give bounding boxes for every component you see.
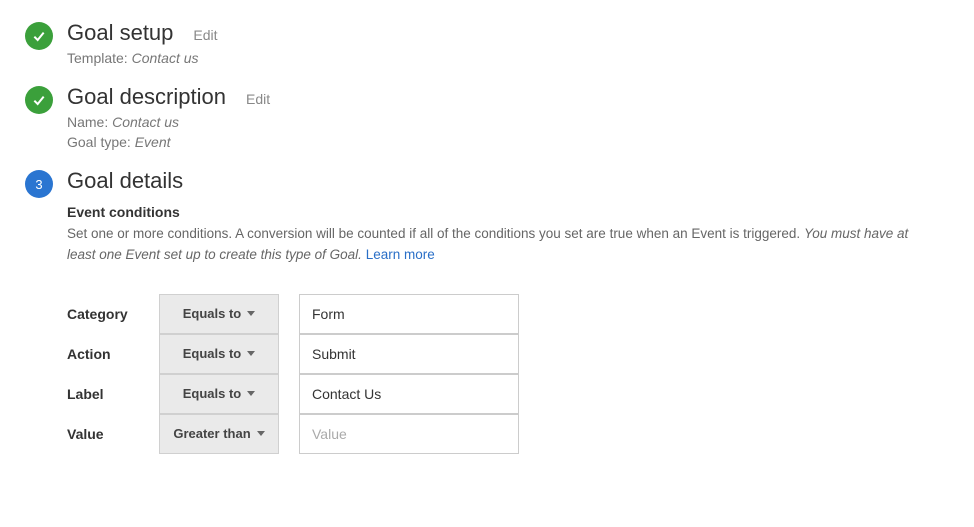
- condition-operator-select[interactable]: Greater than: [159, 414, 279, 454]
- edit-link-setup[interactable]: Edit: [193, 27, 217, 43]
- chevron-down-icon: [247, 391, 255, 396]
- condition-row-action: Action Equals to: [67, 334, 949, 374]
- template-value: Contact us: [132, 50, 199, 66]
- conditions-table: Category Equals to Action Equals to Labe…: [67, 294, 949, 454]
- condition-row-value: Value Greater than: [67, 414, 949, 454]
- condition-label: Action: [67, 346, 159, 362]
- operator-text: Equals to: [183, 386, 242, 401]
- condition-row-label: Label Equals to: [67, 374, 949, 414]
- desc-text: Set one or more conditions. A conversion…: [67, 226, 804, 241]
- condition-label: Label: [67, 386, 159, 402]
- step-number-badge: 3: [25, 170, 53, 198]
- setup-template-line: Template: Contact us: [67, 50, 949, 66]
- type-label: Goal type:: [67, 134, 131, 150]
- description-type-line: Goal type: Event: [67, 134, 949, 150]
- condition-value-input[interactable]: [299, 414, 519, 454]
- condition-row-category: Category Equals to: [67, 294, 949, 334]
- step-title-details: Goal details: [67, 168, 183, 194]
- step-goal-setup: Goal setup Edit Template: Contact us: [25, 20, 949, 66]
- condition-value-input[interactable]: [299, 334, 519, 374]
- condition-operator-select[interactable]: Equals to: [159, 294, 279, 334]
- step-title-setup: Goal setup: [67, 20, 173, 46]
- edit-link-description[interactable]: Edit: [246, 91, 270, 107]
- condition-value-input[interactable]: [299, 374, 519, 414]
- condition-label: Category: [67, 306, 159, 322]
- check-icon: [25, 22, 53, 50]
- learn-more-link[interactable]: Learn more: [366, 247, 435, 262]
- chevron-down-icon: [257, 431, 265, 436]
- type-value: Event: [135, 134, 171, 150]
- condition-operator-select[interactable]: Equals to: [159, 334, 279, 374]
- check-icon: [25, 86, 53, 114]
- condition-operator-select[interactable]: Equals to: [159, 374, 279, 414]
- step-goal-details: 3 Goal details Event conditions Set one …: [25, 168, 949, 454]
- operator-text: Equals to: [183, 306, 242, 321]
- step-goal-description: Goal description Edit Name: Contact us G…: [25, 84, 949, 150]
- template-label: Template:: [67, 50, 128, 66]
- chevron-down-icon: [247, 351, 255, 356]
- operator-text: Greater than: [173, 426, 250, 441]
- description-name-line: Name: Contact us: [67, 114, 949, 130]
- name-label: Name:: [67, 114, 108, 130]
- condition-label: Value: [67, 426, 159, 442]
- event-conditions-header: Event conditions: [67, 204, 949, 220]
- chevron-down-icon: [247, 311, 255, 316]
- name-value: Contact us: [112, 114, 179, 130]
- step-title-description: Goal description: [67, 84, 226, 110]
- event-conditions-description: Set one or more conditions. A conversion…: [67, 224, 937, 266]
- condition-value-input[interactable]: [299, 294, 519, 334]
- operator-text: Equals to: [183, 346, 242, 361]
